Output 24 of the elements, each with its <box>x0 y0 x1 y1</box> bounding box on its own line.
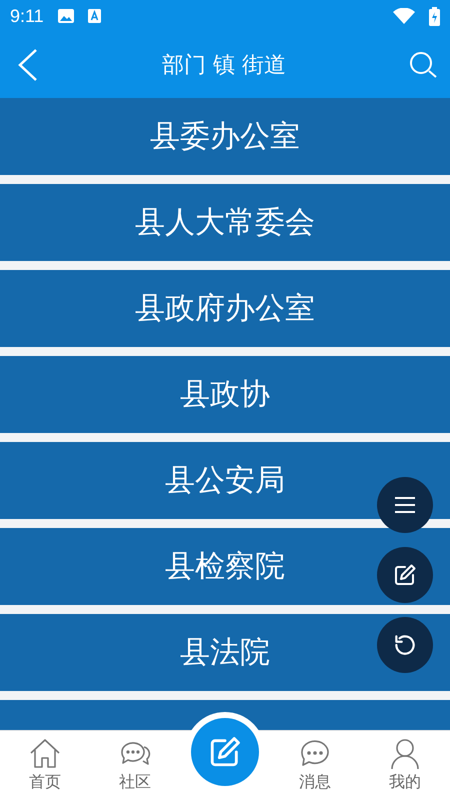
search-button[interactable] <box>408 50 438 80</box>
edit-icon <box>393 563 417 587</box>
department-item[interactable]: 县公安局 <box>0 442 450 519</box>
department-item[interactable]: 县委办公室 <box>0 98 450 175</box>
page-title: 部门 镇 街道 <box>162 52 286 80</box>
font-icon <box>88 9 101 23</box>
home-icon <box>28 738 62 770</box>
edit-icon <box>208 734 242 768</box>
nav-tab[interactable]: 社区 <box>90 738 180 793</box>
nav-tab[interactable]: 消息 <box>270 738 360 793</box>
compose-button[interactable] <box>191 718 259 786</box>
department-item[interactable]: 县人大常委会 <box>0 184 450 261</box>
image-icon <box>58 9 74 23</box>
nav-tab[interactable]: 我的 <box>360 738 450 793</box>
department-item[interactable]: 县政府办公室 <box>0 270 450 347</box>
status-time: 9:11 <box>10 6 44 26</box>
nav-tab[interactable]: 首页 <box>0 738 90 793</box>
person-icon <box>388 738 422 770</box>
menu-icon <box>394 496 416 514</box>
wifi-icon <box>393 8 415 24</box>
department-item[interactable]: 县检察院 <box>0 528 450 605</box>
battery-icon <box>429 6 440 26</box>
department-item[interactable]: 县政协 <box>0 356 450 433</box>
department-item[interactable]: 县法院 <box>0 614 450 691</box>
